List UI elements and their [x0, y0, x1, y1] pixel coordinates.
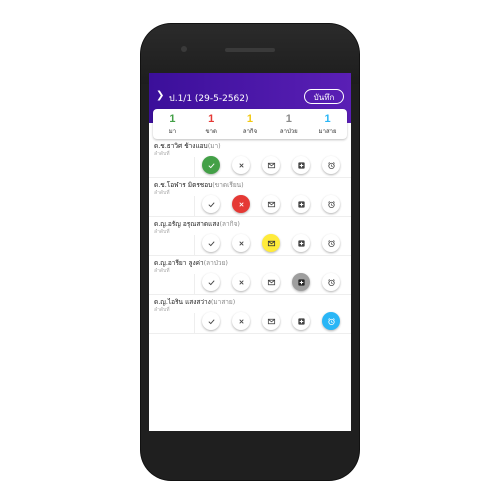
close-icon [237, 317, 246, 326]
student-status: (ขาดเรียน) [212, 181, 244, 189]
divider [194, 196, 195, 216]
summary-label: มาสาย [318, 128, 337, 135]
mail-icon [267, 317, 276, 326]
summary-count: 1 [285, 113, 292, 125]
student-name: ด.ช.โอฬาร มิตรชอบ [154, 181, 213, 189]
alarm-clock-icon [327, 161, 336, 170]
present-button[interactable] [202, 195, 220, 213]
student-number-label: ลำดับที่ [154, 307, 170, 313]
leave-button[interactable] [262, 312, 280, 330]
medical-plus-icon [297, 200, 306, 209]
alarm-clock-icon [327, 278, 336, 287]
divider [194, 235, 195, 255]
sick-leave-button[interactable] [292, 312, 310, 330]
leave-button[interactable] [262, 273, 280, 291]
medical-plus-icon [297, 278, 306, 287]
check-icon [207, 161, 216, 170]
mail-icon [267, 200, 276, 209]
leave-button[interactable] [262, 195, 280, 213]
mail-icon [267, 239, 276, 248]
leave-button[interactable] [262, 234, 280, 252]
close-icon [237, 161, 246, 170]
summary-label: ขาด [205, 128, 217, 135]
summary-label: ลาป่วย [279, 128, 298, 135]
absent-button[interactable] [232, 273, 250, 291]
student-row: ด.ช.โอฬาร มิตรชอบ(ขาดเรียน) ลำดับที่ [149, 178, 351, 217]
app-screen: ❯ ป.1/1 (29-5-2562) บันทึก 1 มา 1 ขาด 1 … [149, 73, 351, 431]
late-button[interactable] [322, 273, 340, 291]
summary-sick: 1 ลาป่วย [269, 109, 308, 139]
absent-button[interactable] [232, 156, 250, 174]
summary-label: ลากิจ [242, 128, 258, 135]
late-button[interactable] [322, 312, 340, 330]
close-icon [237, 278, 246, 287]
summary-leave: 1 ลากิจ [231, 109, 270, 139]
student-row: ด.ช.ธาวิศ ช้างแอบ(มา) ลำดับที่ [149, 139, 351, 178]
summary-present: 1 มา [153, 109, 192, 139]
check-icon [207, 317, 216, 326]
sick-leave-button[interactable] [292, 195, 310, 213]
attendance-summary: 1 มา 1 ขาด 1 ลากิจ 1 ลาป่วย 1 มาสาย [153, 109, 347, 139]
present-button[interactable] [202, 156, 220, 174]
check-icon [207, 278, 216, 287]
student-name: ด.ช.ธาวิศ ช้างแอบ [154, 142, 208, 150]
student-status: (มา) [207, 142, 221, 150]
student-row: ด.ญ.ไอริน แสงสว่าง(มาสาย) ลำดับที่ [149, 295, 351, 334]
student-status: (มาสาย) [210, 298, 236, 306]
sick-leave-button[interactable] [292, 234, 310, 252]
earpiece-speaker [225, 48, 275, 52]
divider [194, 274, 195, 294]
student-number-label: ลำดับที่ [154, 268, 170, 274]
mail-icon [267, 161, 276, 170]
present-button[interactable] [202, 273, 220, 291]
summary-count: 1 [169, 113, 176, 125]
late-button[interactable] [322, 195, 340, 213]
alarm-clock-icon [327, 317, 336, 326]
front-camera [181, 46, 187, 52]
divider [194, 313, 195, 333]
present-button[interactable] [202, 234, 220, 252]
chevron-down-icon[interactable]: ❯ [156, 90, 164, 101]
class-title: ป.1/1 (29-5-2562) [169, 94, 249, 104]
leave-button[interactable] [262, 156, 280, 174]
sick-leave-button[interactable] [292, 273, 310, 291]
student-status: (ลาป่วย) [203, 259, 228, 267]
student-row: ด.ญ.อารียา ลูงค่า(ลาป่วย) ลำดับที่ [149, 256, 351, 295]
check-icon [207, 239, 216, 248]
summary-label: มา [168, 128, 177, 135]
student-row: ด.ญ.อรัญ อรุณสาดแสง(ลากิจ) ลำดับที่ [149, 217, 351, 256]
alarm-clock-icon [327, 200, 336, 209]
student-list: ด.ช.ธาวิศ ช้างแอบ(มา) ลำดับที่ ด.ช.โอฬาร… [149, 139, 351, 334]
sick-leave-button[interactable] [292, 156, 310, 174]
summary-absent: 1 ขาด [192, 109, 231, 139]
close-icon [237, 200, 246, 209]
medical-plus-icon [297, 317, 306, 326]
summary-count: 1 [208, 113, 215, 125]
student-number-label: ลำดับที่ [154, 229, 170, 235]
late-button[interactable] [322, 156, 340, 174]
check-icon [207, 200, 216, 209]
absent-button[interactable] [232, 312, 250, 330]
student-status: (ลากิจ) [219, 220, 240, 228]
medical-plus-icon [297, 239, 306, 248]
student-number-label: ลำดับที่ [154, 151, 170, 157]
present-button[interactable] [202, 312, 220, 330]
student-name: ด.ญ.อารียา ลูงค่า [154, 259, 204, 267]
alarm-clock-icon [327, 239, 336, 248]
student-number-label: ลำดับที่ [154, 190, 170, 196]
mail-icon [267, 278, 276, 287]
summary-count: 1 [324, 113, 331, 125]
student-name: ด.ญ.อรัญ อรุณสาดแสง [154, 220, 220, 228]
absent-button[interactable] [232, 195, 250, 213]
summary-count: 1 [246, 113, 254, 125]
absent-button[interactable] [232, 234, 250, 252]
save-button[interactable]: บันทึก [304, 89, 344, 104]
late-button[interactable] [322, 234, 340, 252]
summary-late: 1 มาสาย [308, 109, 347, 139]
divider [194, 157, 195, 177]
student-name: ด.ญ.ไอริน แสงสว่าง [154, 298, 211, 306]
medical-plus-icon [297, 161, 306, 170]
close-icon [237, 239, 246, 248]
